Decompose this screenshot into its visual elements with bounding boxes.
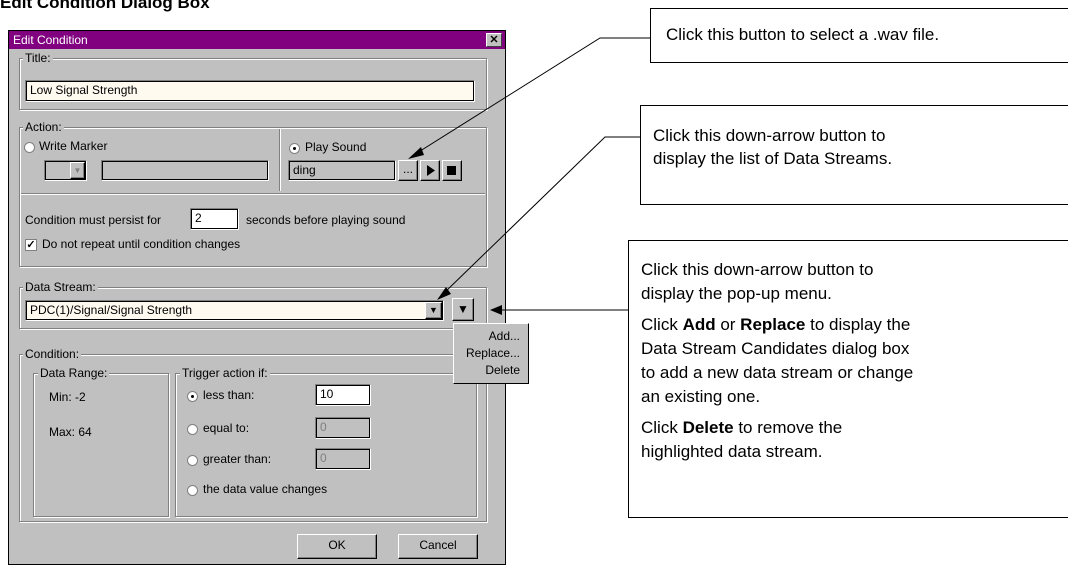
callout-delete-line1: Click Delete to remove the [629,407,1068,438]
callout-streams-line2: display the list of Data Streams. [653,149,893,168]
callout-replace-bold: Replace [740,315,806,334]
callout-delete-bold: Delete [682,418,734,437]
callout-add-or: or [715,315,741,334]
callout-popup-line1: Click this down-arrow button to [641,260,874,279]
callout-delete-prefix: Click [641,418,683,437]
callout-popup-line2: display the pop-up menu. [641,284,832,303]
callout-add-bold: Add [682,315,716,334]
callout-add-prefix: Click [641,315,683,334]
callout-add-line4: an existing one. [641,387,761,406]
callout-add-line1: Click Add or Replace to display the [629,304,1068,335]
wav-leader-line [416,37,650,154]
callout-wav: Click this button to select a .wav file. [650,8,1068,63]
streams-leader-line [442,136,640,295]
callout-delete-line2: highlighted data stream. [641,442,823,461]
callout-wav-text: Click this button to select a .wav file. [666,25,940,44]
popup-arrowhead [490,305,502,315]
callout-delete-suffix: to remove the [733,418,843,437]
callout-add-line2: Data Stream Candidates dialog box [641,339,910,358]
callout-add-line3: to add a new data stream or change [641,363,914,382]
wav-arrowhead [408,147,424,159]
callout-add-suffix: to display the [805,315,911,334]
callout-popup: Click this down-arrow button to display … [628,240,1068,518]
callout-streams-line1: Click this down-arrow button to [653,126,886,145]
callout-streams: Click this down-arrow button to display … [640,105,1068,205]
